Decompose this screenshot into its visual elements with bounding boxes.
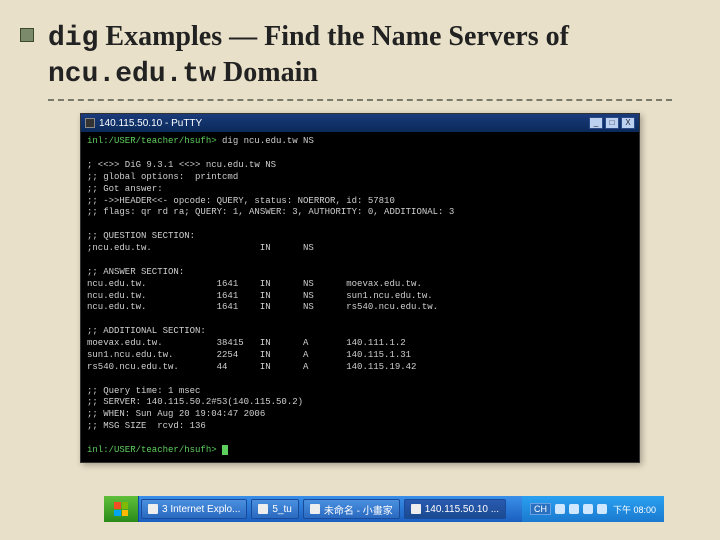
title-divider [48, 99, 672, 101]
term-line: ;; global options: printcmd [87, 172, 238, 182]
shell-prompt: inl:/USER/teacher/hsufh> [87, 136, 222, 146]
term-line: ;; MSG SIZE rcvd: 136 [87, 421, 206, 431]
term-line: ;; Got answer: [87, 184, 163, 194]
system-tray: CH 下午 08:00 [522, 496, 664, 522]
taskbar-item-label: 未命名 - 小畫家 [324, 502, 393, 517]
maximize-button[interactable]: □ [605, 117, 619, 129]
terminal-body[interactable]: inl:/USER/teacher/hsufh> dig ncu.edu.tw … [81, 132, 639, 462]
windows-logo-icon [114, 502, 128, 516]
tray-icon[interactable] [569, 504, 579, 514]
term-line: ;; ->>HEADER<<- opcode: QUERY, status: N… [87, 196, 395, 206]
tray-icon[interactable] [583, 504, 593, 514]
title-domain: ncu.edu.tw [48, 59, 216, 90]
minimize-button[interactable]: _ [589, 117, 603, 129]
app-icon [310, 504, 320, 514]
taskbar-items: 3 Internet Explo... 5_tu 未命名 - 小畫家 140.1… [139, 496, 508, 522]
app-icon [411, 504, 421, 514]
term-line: ;ncu.edu.tw. IN NS [87, 243, 314, 253]
slide-title: dig Examples — Find the Name Servers of … [48, 20, 672, 91]
taskbar-item-label: 3 Internet Explo... [162, 504, 240, 515]
language-indicator[interactable]: CH [530, 503, 551, 515]
app-icon [148, 504, 158, 514]
shell-command: dig ncu.edu.tw NS [222, 136, 314, 146]
term-line: ncu.edu.tw. 1641 IN NS rs540.ncu.edu.tw. [87, 302, 438, 312]
term-line: ;; SERVER: 140.115.50.2#53(140.115.50.2) [87, 397, 303, 407]
taskbar-item-label: 5_tu [272, 504, 291, 515]
terminal-cursor [222, 445, 228, 455]
term-line: sun1.ncu.edu.tw. 2254 IN A 140.115.1.31 [87, 350, 411, 360]
taskbar-item-paint[interactable]: 未命名 - 小畫家 [303, 499, 400, 519]
term-line: ;; QUESTION SECTION: [87, 231, 195, 241]
tray-icon[interactable] [555, 504, 565, 514]
start-button[interactable] [104, 496, 139, 522]
taskbar-item-label: 140.115.50.10 ... [425, 504, 499, 515]
taskbar-item-ie[interactable]: 3 Internet Explo... [141, 499, 247, 519]
term-line: rs540.ncu.edu.tw. 44 IN A 140.115.19.42 [87, 362, 416, 372]
title-text-2: Domain [216, 57, 318, 88]
app-icon [258, 504, 268, 514]
title-text-1: Examples — Find the Name Servers of [98, 21, 569, 52]
taskbar-item-putty[interactable]: 140.115.50.10 ... [404, 499, 506, 519]
term-line: ;; Query time: 1 msec [87, 386, 200, 396]
window-titlebar[interactable]: 140.115.50.10 - PuTTY _ □ X [81, 114, 639, 132]
term-line: ;; ANSWER SECTION: [87, 267, 184, 277]
term-line: ;; ADDITIONAL SECTION: [87, 326, 206, 336]
shell-prompt: inl:/USER/teacher/hsufh> [87, 445, 222, 455]
close-button[interactable]: X [621, 117, 635, 129]
taskbar-clock[interactable]: 下午 08:00 [613, 503, 656, 516]
slide-bullet-icon [20, 28, 34, 42]
window-title: 140.115.50.10 - PuTTY [99, 118, 589, 129]
windows-taskbar: 3 Internet Explo... 5_tu 未命名 - 小畫家 140.1… [104, 496, 664, 522]
tray-icon[interactable] [597, 504, 607, 514]
term-line: ncu.edu.tw. 1641 IN NS moevax.edu.tw. [87, 279, 422, 289]
term-line: ; <<>> DiG 9.3.1 <<>> ncu.edu.tw NS [87, 160, 276, 170]
putty-icon [85, 118, 95, 128]
term-line: moevax.edu.tw. 38415 IN A 140.111.1.2 [87, 338, 406, 348]
title-cmd: dig [48, 23, 98, 54]
term-line: ;; flags: qr rd ra; QUERY: 1, ANSWER: 3,… [87, 207, 454, 217]
putty-window: 140.115.50.10 - PuTTY _ □ X inl:/USER/te… [80, 113, 640, 463]
term-line: ;; WHEN: Sun Aug 20 19:04:47 2006 [87, 409, 265, 419]
taskbar-item-5tu[interactable]: 5_tu [251, 499, 298, 519]
term-line: ncu.edu.tw. 1641 IN NS sun1.ncu.edu.tw. [87, 291, 433, 301]
